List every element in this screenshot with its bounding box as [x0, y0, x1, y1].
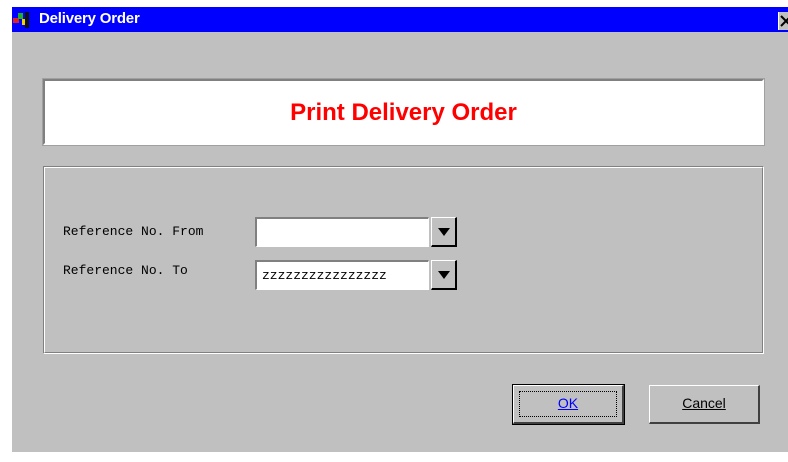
triangle-down-icon [438, 228, 450, 236]
cancel-button[interactable]: Cancel [649, 385, 760, 424]
window-title: Delivery Order [39, 10, 140, 27]
page-title: Print Delivery Order [290, 99, 517, 126]
reference-from-combo[interactable] [255, 217, 429, 247]
reference-to-dropdown-button[interactable] [431, 260, 457, 290]
app-icon [13, 11, 33, 29]
triangle-down-icon [438, 271, 450, 279]
reference-from-label: Reference No. From [63, 224, 204, 239]
header-panel: Print Delivery Order [42, 78, 765, 146]
title-bar[interactable]: Delivery Order [12, 7, 788, 32]
cancel-button-label: Cancel [682, 395, 726, 411]
reference-to-label: Reference No. To [63, 263, 188, 278]
close-icon [780, 15, 788, 27]
reference-to-value: zzzzzzzzzzzzzzzz [262, 268, 387, 283]
ok-button[interactable]: OK [512, 384, 625, 425]
delivery-order-window: Delivery Order Print Delivery Order Refe… [0, 0, 788, 462]
ok-button-label: OK [557, 395, 579, 411]
reference-to-combo[interactable]: zzzzzzzzzzzzzzzz [255, 260, 429, 290]
reference-from-dropdown-button[interactable] [431, 217, 457, 247]
close-button[interactable] [778, 12, 788, 30]
